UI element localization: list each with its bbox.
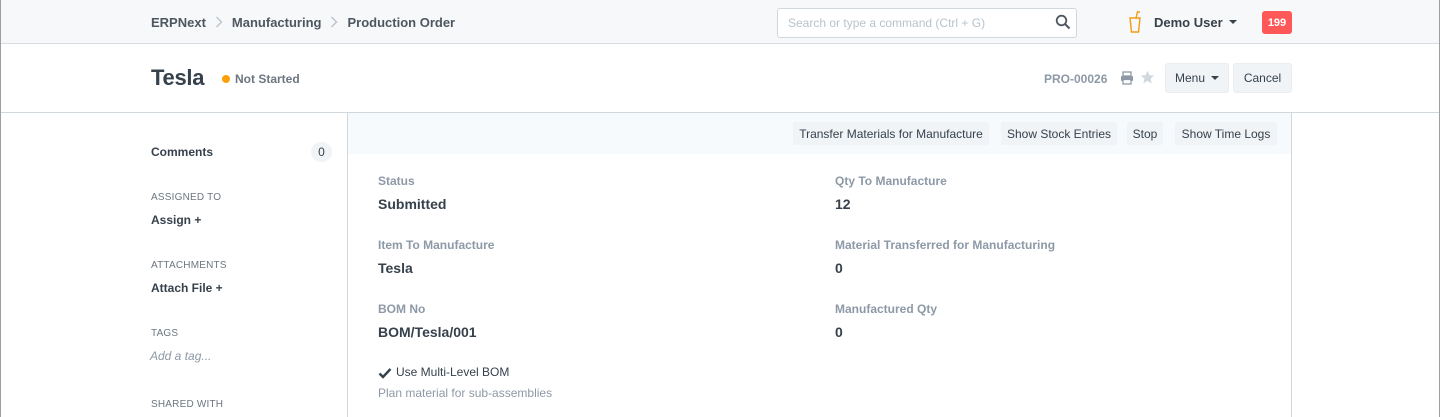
status-indicator: Not Started	[222, 72, 300, 86]
form-main: Transfer Materials for Manufacture Show …	[347, 113, 1292, 417]
assign-button[interactable]: Assign +	[151, 213, 201, 227]
search-icon[interactable]	[1055, 14, 1071, 30]
bom-no-value[interactable]: BOM/Tesla/001	[378, 324, 477, 340]
caret-down-icon	[1211, 76, 1220, 80]
use-multi-level-bom-label: Use Multi-Level BOM	[396, 365, 510, 379]
use-multi-level-bom-checkbox[interactable]: Use Multi-Level BOM	[378, 365, 509, 379]
manufactured-qty-label: Manufactured Qty	[835, 302, 938, 316]
status-value: Submitted	[378, 196, 447, 212]
material-transferred-value: 0	[835, 260, 843, 276]
material-transferred-label: Material Transferred for Manufacturing	[835, 238, 1056, 252]
transfer-materials-button[interactable]: Transfer Materials for Manufacture	[793, 122, 989, 145]
sidebar-comments-label[interactable]: Comments	[151, 145, 213, 159]
menu-button[interactable]: Menu	[1165, 63, 1229, 93]
cancel-button[interactable]: Cancel	[1233, 63, 1292, 93]
item-to-manufacture-label: Item To Manufacture	[378, 238, 495, 252]
page-title: Tesla	[151, 65, 205, 90]
menu-button-label: Menu	[1174, 71, 1206, 85]
status-label: Status	[378, 174, 415, 188]
tags-label: TAGS	[151, 328, 179, 339]
caret-down-icon	[1228, 20, 1237, 24]
form-sidebar: Comments 0 ASSIGNED TO Assign + ATTACHME…	[150, 113, 347, 417]
shared-with-label: SHARED WITH	[151, 399, 224, 410]
show-stock-entries-button[interactable]: Show Stock Entries	[1001, 122, 1117, 145]
user-name: Demo User	[1154, 14, 1223, 30]
attachments-label: ATTACHMENTS	[151, 260, 227, 271]
multi-level-bom-help: Plan material for sub-assemblies	[378, 386, 553, 400]
assigned-to-label: ASSIGNED TO	[151, 192, 222, 203]
breadcrumb-production-order[interactable]: Production Order	[347, 15, 455, 30]
status-dot	[222, 75, 230, 83]
document-id: PRO-00026	[1044, 72, 1108, 86]
star-icon[interactable]	[1140, 70, 1155, 85]
show-time-logs-button[interactable]: Show Time Logs	[1175, 122, 1277, 145]
breadcrumb-manufacturing[interactable]: Manufacturing	[232, 15, 322, 30]
status-text: Not Started	[235, 72, 300, 86]
notification-badge[interactable]: 199	[1262, 11, 1292, 34]
item-to-manufacture-value: Tesla	[378, 260, 413, 276]
stop-button[interactable]: Stop	[1127, 122, 1163, 145]
attach-file-button[interactable]: Attach File +	[151, 281, 223, 295]
navbar: ERPNext Manufacturing Production Order D…	[1, 0, 1439, 44]
qty-to-manufacture-value: 12	[835, 196, 851, 212]
page-head: Tesla Not Started PRO-00026 Menu Cancel	[1, 45, 1439, 113]
qty-to-manufacture-label: Qty To Manufacture	[835, 174, 947, 188]
checkmark-icon	[378, 366, 392, 379]
user-menu[interactable]: Demo User	[1154, 0, 1237, 44]
breadcrumb: ERPNext Manufacturing Production Order	[151, 0, 455, 44]
breadcrumb-erpnext[interactable]: ERPNext	[151, 15, 206, 30]
chevron-right-icon	[321, 16, 347, 28]
chevron-right-icon	[206, 16, 232, 28]
search-input[interactable]	[777, 8, 1077, 38]
comments-count-badge: 0	[311, 142, 332, 162]
manufactured-qty-value: 0	[835, 324, 843, 340]
add-tag-input[interactable]: Add a tag...	[150, 349, 211, 363]
bom-no-label: BOM No	[378, 302, 426, 316]
cup-icon	[1128, 11, 1142, 33]
form-toolbar: Transfer Materials for Manufacture Show …	[348, 113, 1291, 154]
print-icon[interactable]	[1120, 71, 1134, 85]
